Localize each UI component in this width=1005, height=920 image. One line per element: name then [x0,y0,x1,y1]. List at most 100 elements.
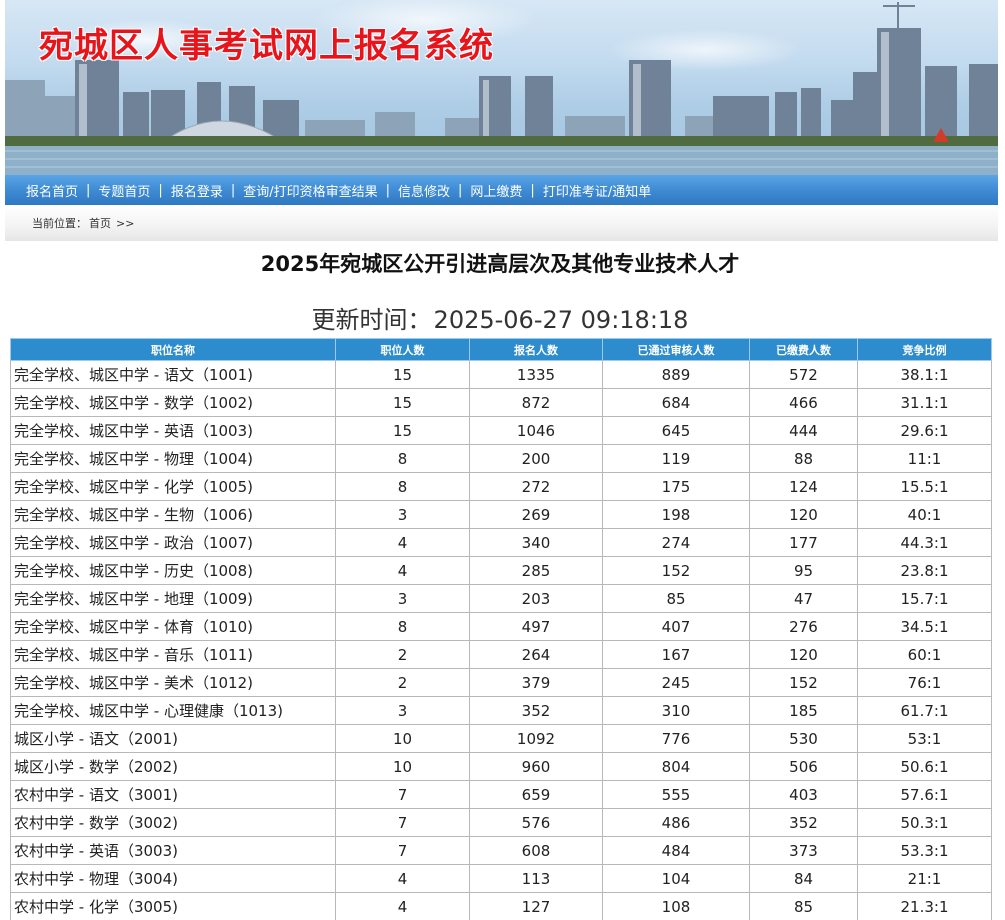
cell-paid: 124 [749,472,858,501]
cell-position-name: 完全学校、城区中学 - 数学（1002) [10,388,336,417]
cell-approved: 645 [602,416,750,445]
cell-approved: 484 [602,836,750,865]
cell-paid: 177 [749,528,858,557]
table-row: 完全学校、城区中学 - 语文（1001) 15 1335 889 572 38.1:1 [10,360,992,389]
cell-approved: 804 [602,752,750,781]
cell-paid: 120 [749,640,858,669]
header-banner: 宛城区人事考试网上报名系统 [5,0,998,175]
cell-approved: 776 [602,724,750,753]
cell-quota: 8 [335,612,470,641]
cell-quota: 4 [335,892,470,920]
cell-position-name: 完全学校、城区中学 - 心理健康（1013) [10,696,336,725]
nav-online-payment[interactable]: 网上缴费 [470,181,522,200]
cell-paid: 84 [749,864,858,893]
cell-quota: 3 [335,584,470,613]
nav-separator: | [158,182,163,198]
cell-position-name: 完全学校、城区中学 - 美术（1012) [10,668,336,697]
cell-ratio: 40:1 [857,500,992,529]
table-row: 农村中学 - 物理（3004) 4 113 104 84 21:1 [10,864,992,893]
nav-separator: | [458,182,463,198]
cell-paid: 444 [749,416,858,445]
cell-ratio: 23.8:1 [857,556,992,585]
cell-paid: 352 [749,808,858,837]
cell-paid: 530 [749,724,858,753]
cell-quota: 8 [335,472,470,501]
cell-paid: 373 [749,836,858,865]
cell-applicants: 340 [469,528,603,557]
cell-applicants: 379 [469,668,603,697]
table-row: 完全学校、城区中学 - 体育（1010) 8 497 407 276 34.5:1 [10,612,992,641]
cell-approved: 104 [602,864,750,893]
cell-position-name: 完全学校、城区中学 - 体育（1010) [10,612,336,641]
table-row: 完全学校、城区中学 - 心理健康（1013) 3 352 310 185 61.7:1 [10,696,992,725]
cell-approved: 684 [602,388,750,417]
cell-approved: 119 [602,444,750,473]
cell-applicants: 264 [469,640,603,669]
cell-quota: 7 [335,836,470,865]
cell-paid: 185 [749,696,858,725]
nav-edit-info[interactable]: 信息修改 [398,181,450,200]
column-header-position-name: 职位名称 [10,338,336,361]
table-row: 完全学校、城区中学 - 数学（1002) 15 872 684 466 31.1:1 [10,388,992,417]
breadcrumb-label: 当前位置： [32,217,87,230]
cell-quota: 2 [335,640,470,669]
cell-applicants: 576 [469,808,603,837]
cell-applicants: 203 [469,584,603,613]
table-row: 完全学校、城区中学 - 英语（1003) 15 1046 645 444 29.6:1 [10,416,992,445]
cell-position-name: 完全学校、城区中学 - 政治（1007) [10,528,336,557]
table-row: 城区小学 - 语文（2001) 10 1092 776 530 53:1 [10,724,992,753]
cell-ratio: 44.3:1 [857,528,992,557]
cell-position-name: 农村中学 - 语文（3001) [10,780,336,809]
cell-paid: 85 [749,892,858,920]
cell-paid: 95 [749,556,858,585]
cell-approved: 108 [602,892,750,920]
table-row: 农村中学 - 数学（3002) 7 576 486 352 50.3:1 [10,808,992,837]
column-header-ratio: 竞争比例 [857,338,992,361]
cell-applicants: 872 [469,388,603,417]
table-row: 城区小学 - 数学（2002) 10 960 804 506 50.6:1 [10,752,992,781]
table-row: 完全学校、城区中学 - 地理（1009) 3 203 85 47 15.7:1 [10,584,992,613]
cell-position-name: 完全学校、城区中学 - 地理（1009) [10,584,336,613]
nav-login[interactable]: 报名登录 [171,181,223,200]
nav-topic-home[interactable]: 专题首页 [98,181,150,200]
cell-quota: 7 [335,808,470,837]
cell-approved: 889 [602,360,750,389]
cell-applicants: 200 [469,444,603,473]
cell-quota: 4 [335,864,470,893]
update-time: 更新时间：2025-06-27 09:18:18 [0,300,1000,335]
cell-approved: 167 [602,640,750,669]
nav-separator: | [385,182,390,198]
cell-ratio: 21.3:1 [857,892,992,920]
table-row: 完全学校、城区中学 - 音乐（1011) 2 264 167 120 60:1 [10,640,992,669]
cell-quota: 10 [335,752,470,781]
nav-separator: | [230,182,236,198]
update-time-label: 更新时间： [311,306,432,334]
cell-applicants: 272 [469,472,603,501]
cell-approved: 198 [602,500,750,529]
cell-applicants: 113 [469,864,603,893]
cell-position-name: 完全学校、城区中学 - 生物（1006) [10,500,336,529]
cell-position-name: 农村中学 - 英语（3003) [10,836,336,865]
cell-paid: 466 [749,388,858,417]
table-row: 完全学校、城区中学 - 政治（1007) 4 340 274 177 44.3:1 [10,528,992,557]
cell-approved: 407 [602,612,750,641]
cell-quota: 3 [335,696,470,725]
cell-paid: 506 [749,752,858,781]
nav-separator: | [86,182,91,198]
nav-print-admission[interactable]: 打印准考证/通知单 [543,181,651,200]
cell-ratio: 15.5:1 [857,472,992,501]
cell-approved: 274 [602,528,750,557]
cell-applicants: 659 [469,780,603,809]
table-row: 完全学校、城区中学 - 历史（1008) 4 285 152 95 23.8:1 [10,556,992,585]
nav-query-review-results[interactable]: 查询/打印资格审查结果 [243,181,377,200]
cell-approved: 310 [602,696,750,725]
cell-position-name: 完全学校、城区中学 - 物理（1004) [10,444,336,473]
table-row: 农村中学 - 英语（3003) 7 608 484 373 53.3:1 [10,836,992,865]
cell-applicants: 269 [469,500,603,529]
nav-registration-home[interactable]: 报名首页 [26,181,78,200]
update-time-value: 2025-06-27 09:18:18 [433,306,689,334]
cell-quota: 4 [335,556,470,585]
breadcrumb-home-link[interactable]: 首页 [89,215,111,231]
cell-paid: 403 [749,780,858,809]
table-header-row: 职位名称 职位人数 报名人数 已通过审核人数 已缴费人数 竞争比例 [10,338,992,361]
